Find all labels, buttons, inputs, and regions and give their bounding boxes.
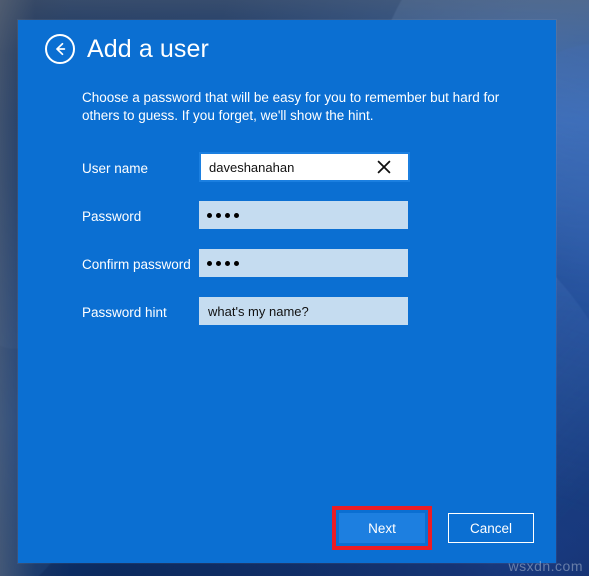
close-icon[interactable] bbox=[370, 153, 398, 181]
field-row-password-hint: Password hint bbox=[82, 297, 412, 345]
label-password-hint: Password hint bbox=[82, 305, 167, 320]
add-user-form: User name Password bbox=[82, 152, 412, 345]
password-hint-input[interactable] bbox=[199, 297, 408, 325]
screen: Add a user Choose a password that will b… bbox=[0, 0, 589, 576]
confirm-password-input[interactable] bbox=[199, 249, 408, 277]
dialog-description: Choose a password that will be easy for … bbox=[82, 90, 500, 123]
label-confirm-password: Confirm password bbox=[82, 257, 191, 272]
field-row-confirm-password: Confirm password bbox=[82, 249, 412, 297]
back-arrow-icon[interactable] bbox=[45, 34, 75, 64]
field-row-password: Password bbox=[82, 201, 412, 249]
label-username: User name bbox=[82, 161, 149, 176]
dialog-header: Add a user bbox=[45, 34, 209, 64]
label-password: Password bbox=[82, 209, 142, 224]
page-title: Add a user bbox=[87, 34, 209, 63]
add-user-dialog: Add a user Choose a password that will b… bbox=[18, 20, 556, 563]
field-row-username: User name bbox=[82, 152, 412, 201]
next-button[interactable]: Next bbox=[339, 513, 425, 543]
dialog-footer: Next Cancel bbox=[332, 506, 534, 550]
password-input[interactable] bbox=[199, 201, 408, 229]
next-button-highlight-wrapper: Next bbox=[332, 506, 432, 550]
watermark: wsxdn.com bbox=[508, 558, 583, 574]
cancel-button[interactable]: Cancel bbox=[448, 513, 534, 543]
